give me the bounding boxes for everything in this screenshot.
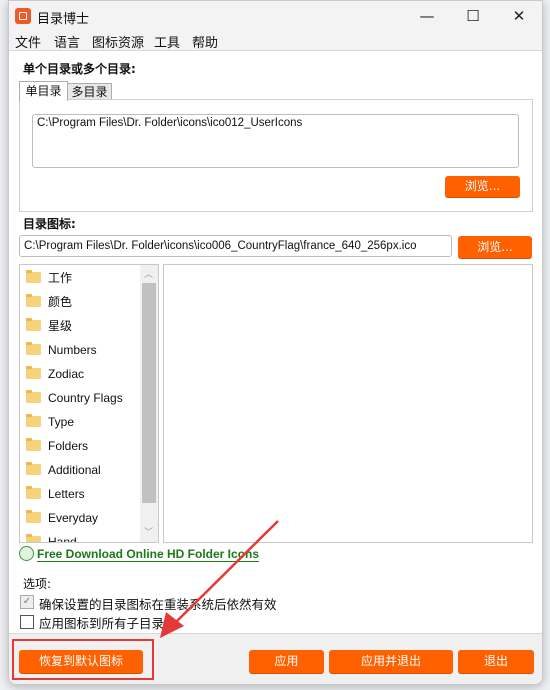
arrow-head (160, 612, 184, 638)
tab-single-dir[interactable]: 单目录 (19, 81, 68, 101)
arrow-line (171, 520, 279, 627)
annotation-arrow (160, 520, 279, 638)
